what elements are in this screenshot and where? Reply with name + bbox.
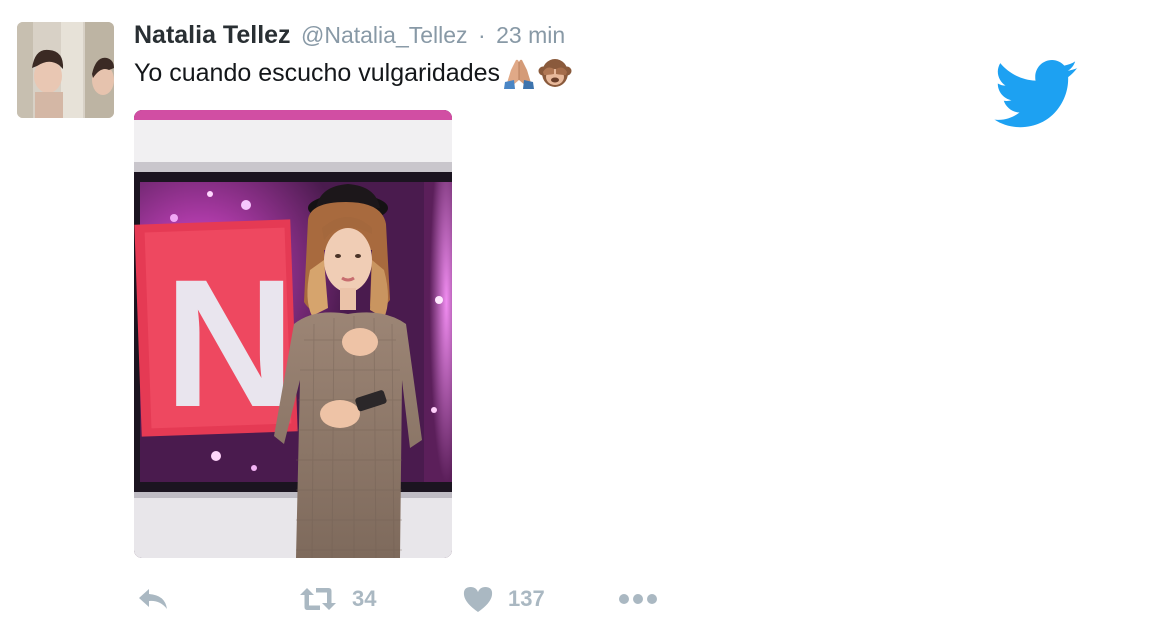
retweet-count: 34	[352, 586, 377, 611]
retweet-icon	[298, 585, 338, 613]
tweet-header: Natalia Tellez @Natalia_Tellez · 23 min	[134, 19, 565, 55]
like-count: 137	[508, 586, 545, 611]
heart-icon	[462, 585, 494, 613]
handle[interactable]: @Natalia_Tellez	[301, 22, 468, 48]
tweet-text-content: Yo cuando escucho vulgaridades	[134, 59, 501, 87]
tv-logo-letter: N	[164, 241, 295, 445]
separator-dot: ·	[478, 22, 486, 48]
see-no-evil-monkey-emoji-icon	[538, 56, 572, 90]
reply-button[interactable]	[136, 580, 170, 618]
display-name[interactable]: Natalia Tellez	[134, 21, 291, 49]
tweet-photo[interactable]: N	[134, 110, 452, 558]
more-button[interactable]	[618, 580, 658, 618]
more-icon	[618, 592, 658, 606]
tweet-text: Yo cuando escucho vulgaridades	[134, 56, 572, 90]
like-button[interactable]: 137	[462, 580, 545, 618]
reply-icon	[136, 585, 170, 613]
timestamp[interactable]: 23 min	[496, 22, 565, 48]
folded-hands-emoji-icon	[502, 56, 536, 90]
retweet-button[interactable]: 34	[298, 580, 376, 618]
twitter-bird-logo-icon	[994, 60, 1080, 130]
tweet-actions: 34 137	[134, 580, 694, 618]
avatar[interactable]	[17, 22, 114, 118]
